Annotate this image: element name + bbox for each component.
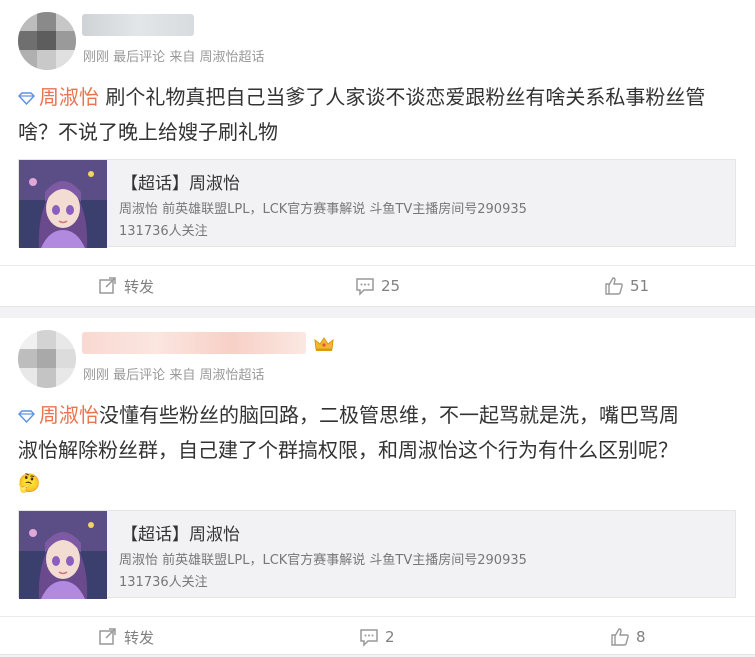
comment-icon xyxy=(356,278,374,296)
action-bar: 转发 25 51 xyxy=(0,265,755,306)
post-text: 周淑怡 刷个礼物真把自己当爹了人家谈不谈恋爱跟粉丝有啥关系私事粉丝管啥？不说了晚… xyxy=(18,80,738,149)
comment-icon xyxy=(360,629,378,647)
repost-icon xyxy=(99,277,116,294)
super-topic-card[interactable]: 【超话】周淑怡 周淑怡 前英雄联盟LPL，LCK官方赛事解说 斗鱼TV主播房间号… xyxy=(18,159,736,248)
card-thumbnail xyxy=(19,160,107,248)
repost-button[interactable]: 转发 xyxy=(98,266,154,306)
thumbs-up-icon xyxy=(605,277,623,295)
post-time: 刚刚 xyxy=(83,50,110,65)
post-source-link[interactable]: 周淑怡超话 xyxy=(199,50,264,65)
diamond-icon xyxy=(18,81,35,115)
card-description: 周淑怡 前英雄联盟LPL，LCK官方赛事解说 斗鱼TV主播房间号290935 xyxy=(119,553,527,568)
comment-count: 25 xyxy=(381,277,401,295)
post-source-link[interactable]: 周淑怡超话 xyxy=(199,368,264,383)
diamond-icon xyxy=(18,399,35,433)
post-text-content: 没懂有些粉丝的脑回路，二极管思维，不一起骂就是洗，嘴巴骂周 xyxy=(99,403,679,427)
post-meta: 刚刚 最后评论 来自 周淑怡超话 xyxy=(83,46,264,65)
post-card: 刚刚 最后评论 来自 周淑怡超话 周淑怡 刷个礼物真把自己当爹了人家谈不谈恋爱跟… xyxy=(0,0,755,307)
repost-label: 转发 xyxy=(124,628,155,647)
meta-source-label: 最后评论 xyxy=(113,50,166,65)
comment-button[interactable]: 2 xyxy=(359,617,395,657)
card-title: 【超话】周淑怡 xyxy=(121,174,240,194)
post-meta: 刚刚 最后评论 来自 周淑怡超话 xyxy=(83,364,264,383)
like-count: 8 xyxy=(636,628,646,646)
post-text-content: 淑怡解除粉丝群，自己建了个群搞权限，和周淑怡这个行为有什么区别呢？ xyxy=(18,438,678,462)
like-button[interactable]: 51 xyxy=(604,266,649,306)
repost-icon xyxy=(99,628,116,645)
post-text-content: 刷个礼物真把自己当爹了人家谈不谈恋爱跟粉丝有啥关系私事粉丝管啥？不说了晚上给嫂子… xyxy=(18,85,706,144)
username-blurred[interactable] xyxy=(82,332,306,354)
crown-badge-icon xyxy=(314,336,334,356)
card-thumbnail xyxy=(19,511,107,599)
thumbs-up-icon xyxy=(611,628,629,646)
super-topic-card[interactable]: 【超话】周淑怡 周淑怡 前英雄联盟LPL，LCK官方赛事解说 斗鱼TV主播房间号… xyxy=(18,510,736,599)
post-time: 刚刚 xyxy=(83,368,110,383)
avatar[interactable] xyxy=(18,12,76,70)
comment-count: 2 xyxy=(385,628,395,646)
card-description: 周淑怡 前英雄联盟LPL，LCK官方赛事解说 斗鱼TV主播房间号290935 xyxy=(119,202,527,217)
card-followers: 131736人关注 xyxy=(119,575,208,590)
repost-label: 转发 xyxy=(124,277,155,296)
post-text: 周淑怡没懂有些粉丝的脑回路，二极管思维，不一起骂就是洗，嘴巴骂周 淑怡解除粉丝群… xyxy=(18,398,738,501)
topic-tag-link[interactable]: 周淑怡 xyxy=(39,85,99,109)
meta-source-label: 最后评论 xyxy=(113,368,166,383)
topic-tag-link[interactable]: 周淑怡 xyxy=(39,403,99,427)
comment-button[interactable]: 25 xyxy=(355,266,400,306)
card-title: 【超话】周淑怡 xyxy=(121,525,240,545)
action-bar: 转发 2 8 xyxy=(0,616,755,657)
post-text-line: 周淑怡没懂有些粉丝的脑回路，二极管思维，不一起骂就是洗，嘴巴骂周 xyxy=(18,398,738,433)
like-count: 51 xyxy=(630,277,650,295)
card-followers: 131736人关注 xyxy=(119,224,208,239)
username-blurred[interactable] xyxy=(82,14,194,36)
avatar[interactable] xyxy=(18,330,76,388)
post-card: 刚刚 最后评论 来自 周淑怡超话 周淑怡没懂有些粉丝的脑回路，二极管思维，不一起… xyxy=(0,318,755,655)
meta-from-label: 来自 xyxy=(169,368,196,383)
repost-button[interactable]: 转发 xyxy=(98,617,154,657)
meta-from-label: 来自 xyxy=(169,50,196,65)
emoji-thinking-icon: 🤔 xyxy=(18,473,41,494)
like-button[interactable]: 8 xyxy=(610,617,646,657)
